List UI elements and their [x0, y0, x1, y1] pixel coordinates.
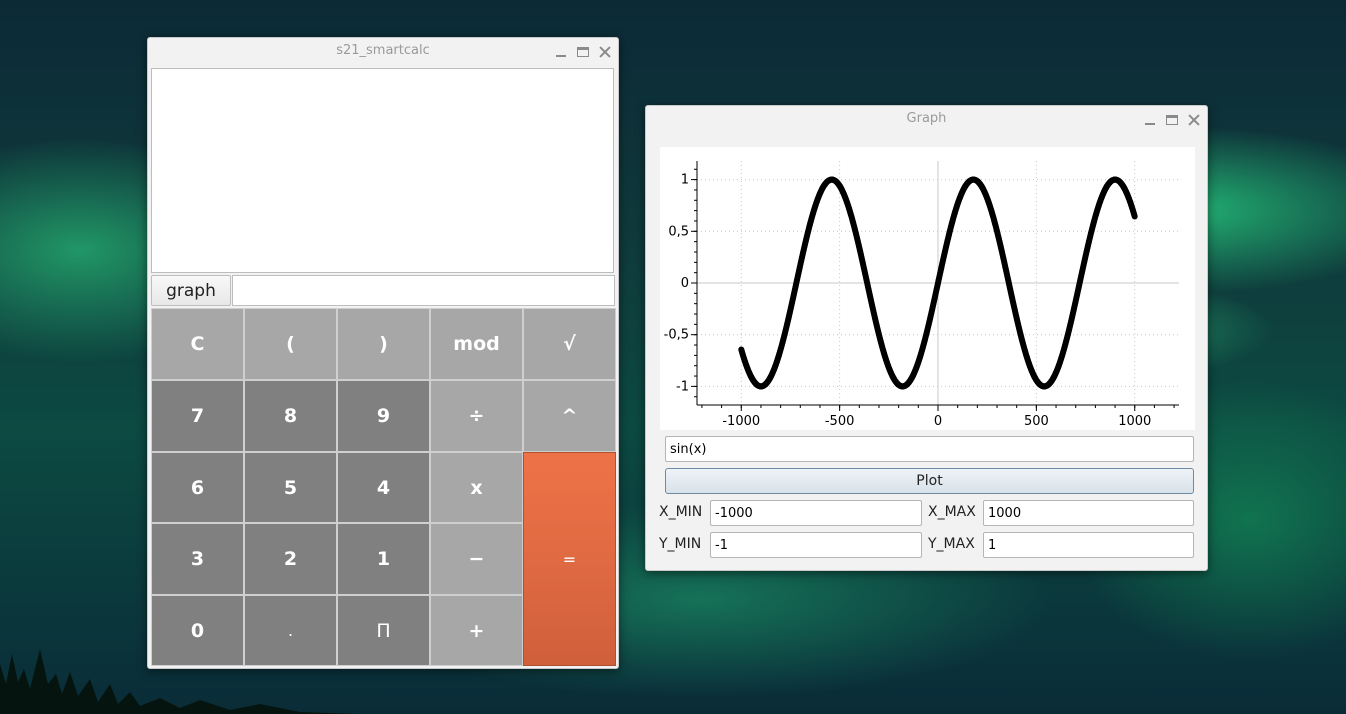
sine-chart: -1000 -500 0 500 1000 1 0,5 0 -0,5 -1 — [664, 161, 1179, 429]
y-tick-label: 0,5 — [668, 224, 689, 239]
pi-button[interactable]: Π — [337, 595, 430, 666]
x-tick-label: 500 — [1024, 414, 1049, 429]
y-max-label: Y_MAX — [928, 536, 975, 552]
y-tick-label: 1 — [681, 173, 689, 188]
decimal-point-button[interactable]: . — [244, 595, 337, 666]
plot-area[interactable]: -1000 -500 0 500 1000 1 0,5 0 -0,5 -1 — [660, 147, 1195, 430]
x-tick-label: 0 — [934, 414, 942, 429]
sqrt-button[interactable]: √ — [523, 308, 616, 380]
clear-button[interactable]: C — [151, 308, 244, 380]
digit-2-button[interactable]: 2 — [244, 523, 337, 595]
digit-4-button[interactable]: 4 — [337, 452, 430, 523]
calculator-window: s21_smartcalc graph C ( ) mod √ 7 8 9 ÷ … — [147, 37, 619, 669]
x-tick-label: 1000 — [1118, 414, 1151, 429]
y-tick-label: -0,5 — [664, 328, 689, 343]
minimize-icon[interactable] — [1143, 113, 1157, 127]
x-max-input[interactable] — [983, 500, 1194, 526]
x-min-label: X_MIN — [659, 504, 703, 520]
digit-5-button[interactable]: 5 — [244, 452, 337, 523]
expression-display[interactable] — [151, 68, 614, 273]
keypad: C ( ) mod √ 7 8 9 ÷ ^ 6 5 4 x = 3 2 1 − … — [151, 308, 616, 666]
x-value-input[interactable] — [232, 275, 615, 306]
y-min-label: Y_MIN — [659, 536, 702, 552]
window-title: Graph — [906, 111, 947, 126]
left-paren-button[interactable]: ( — [244, 308, 337, 380]
minus-button[interactable]: − — [430, 523, 523, 595]
y-max-input[interactable] — [983, 532, 1194, 558]
plus-button[interactable]: + — [430, 595, 523, 666]
minimize-icon[interactable] — [554, 45, 568, 59]
digit-7-button[interactable]: 7 — [151, 380, 244, 452]
plot-button[interactable]: Plot — [665, 468, 1194, 494]
digit-8-button[interactable]: 8 — [244, 380, 337, 452]
digit-9-button[interactable]: 9 — [337, 380, 430, 452]
window-title: s21_smartcalc — [336, 43, 430, 58]
x-max-label: X_MAX — [928, 504, 976, 520]
right-paren-button[interactable]: ) — [337, 308, 430, 380]
close-icon[interactable] — [1187, 113, 1201, 127]
y-min-input[interactable] — [710, 532, 922, 558]
equals-button[interactable]: = — [523, 452, 616, 666]
x-tick-label: -500 — [825, 414, 855, 429]
maximize-icon[interactable] — [1165, 113, 1179, 127]
close-icon[interactable] — [598, 45, 612, 59]
digit-0-button[interactable]: 0 — [151, 595, 244, 666]
power-button[interactable]: ^ — [523, 380, 616, 452]
x-tick-label: -1000 — [722, 414, 760, 429]
function-input[interactable] — [665, 436, 1194, 462]
digit-1-button[interactable]: 1 — [337, 523, 430, 595]
mod-button[interactable]: mod — [430, 308, 523, 380]
graph-button[interactable]: graph — [151, 275, 231, 306]
digit-3-button[interactable]: 3 — [151, 523, 244, 595]
divide-button[interactable]: ÷ — [430, 380, 523, 452]
data-point — [1131, 213, 1138, 220]
multiply-button[interactable]: x — [430, 452, 523, 523]
y-tick-label: 0 — [681, 276, 689, 291]
digit-6-button[interactable]: 6 — [151, 452, 244, 523]
graph-window: Graph -1000-5000500100010,50-0,5-1 Plot … — [645, 105, 1208, 571]
x-min-input[interactable] — [710, 500, 922, 526]
maximize-icon[interactable] — [576, 45, 590, 59]
y-tick-label: -1 — [676, 379, 689, 394]
